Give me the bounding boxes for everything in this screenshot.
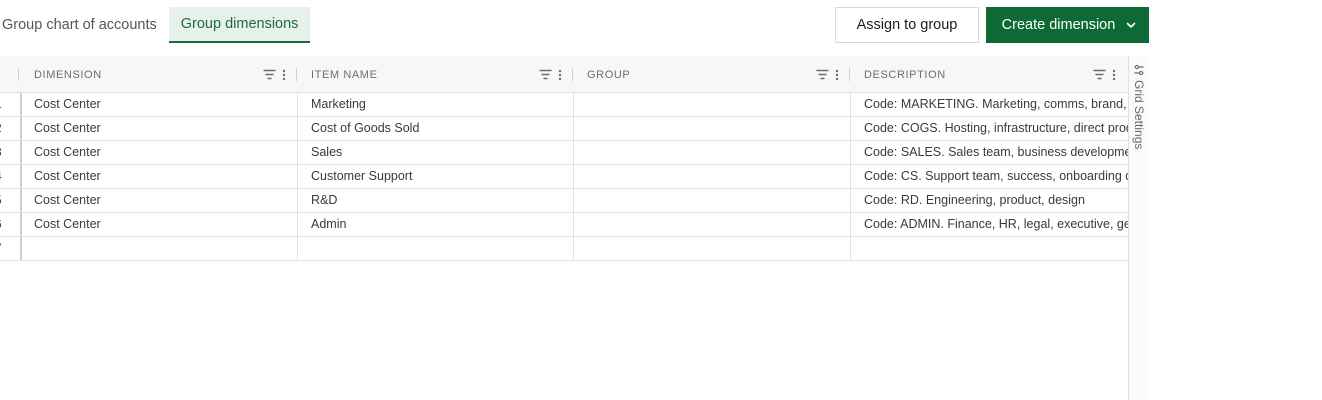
cell-description[interactable]: Code: RD. Engineering, product, design xyxy=(851,189,1128,212)
table-row[interactable]: 7 xyxy=(0,237,1128,261)
row-number: 2 xyxy=(0,117,22,140)
column-header-dimension[interactable]: DIMENSION xyxy=(21,56,298,93)
grid-settings-toggle[interactable]: Grid Settings xyxy=(1132,64,1146,149)
tab-group-chart-of-accounts[interactable]: Group chart of accounts xyxy=(0,7,169,43)
cell-description[interactable]: Code: SALES. Sales team, business develo… xyxy=(851,141,1128,164)
row-number: 3 xyxy=(0,141,22,164)
column-header-description[interactable]: DESCRIPTION xyxy=(851,56,1128,93)
row-number: 1 xyxy=(0,93,22,116)
cell-dimension[interactable]: Cost Center xyxy=(21,213,297,236)
cell-group[interactable] xyxy=(574,141,850,164)
cell-group[interactable] xyxy=(574,213,850,236)
cell-description[interactable] xyxy=(851,237,1128,260)
cell-dimension[interactable] xyxy=(21,237,297,260)
column-header-group[interactable]: GROUP xyxy=(574,56,851,93)
cell-dimension[interactable]: Cost Center xyxy=(21,141,297,164)
table-row[interactable]: 4 Cost Center Customer Support Code: CS.… xyxy=(0,165,1128,189)
row-number: 4 xyxy=(0,165,22,188)
table-row[interactable]: 5 Cost Center R&D Code: RD. Engineering,… xyxy=(0,189,1128,213)
cell-item-name[interactable] xyxy=(298,237,573,260)
cell-group[interactable] xyxy=(574,165,850,188)
row-number: 6 xyxy=(0,213,22,236)
assign-to-group-label: Assign to group xyxy=(856,17,958,33)
table-row[interactable]: 2 Cost Center Cost of Goods Sold Code: C… xyxy=(0,117,1128,141)
cell-description[interactable]: Code: MARKETING. Marketing, comms, brand… xyxy=(851,93,1128,116)
filter-icon[interactable] xyxy=(1093,69,1106,80)
more-vertical-icon[interactable] xyxy=(835,69,839,81)
column-resize-handle[interactable] xyxy=(18,68,19,81)
cell-dimension[interactable]: Cost Center xyxy=(21,165,297,188)
cell-item-name[interactable]: Customer Support xyxy=(298,165,573,188)
grid-settings-rail: Grid Settings xyxy=(1128,56,1148,400)
more-vertical-icon[interactable] xyxy=(282,69,286,81)
column-header-label: DESCRIPTION xyxy=(864,68,946,81)
chevron-down-icon[interactable] xyxy=(1125,19,1137,31)
cell-dimension[interactable]: Cost Center xyxy=(21,189,297,212)
column-header-label: DIMENSION xyxy=(34,68,102,81)
filter-icon[interactable] xyxy=(816,69,829,80)
create-dimension-label: Create dimension xyxy=(1001,17,1116,33)
filter-icon[interactable] xyxy=(539,69,552,80)
cell-group[interactable] xyxy=(574,93,850,116)
column-resize-handle[interactable] xyxy=(572,68,573,81)
cell-item-name[interactable]: Admin xyxy=(298,213,573,236)
grid-body: 1 Cost Center Marketing Code: MARKETING.… xyxy=(0,93,1128,261)
table-row[interactable]: 6 Cost Center Admin Code: ADMIN. Finance… xyxy=(0,213,1128,237)
cell-dimension[interactable]: Cost Center xyxy=(21,117,297,140)
cell-dimension[interactable]: Cost Center xyxy=(21,93,297,116)
table-row[interactable]: 1 Cost Center Marketing Code: MARKETING.… xyxy=(0,93,1128,117)
table-row[interactable]: 3 Cost Center Sales Code: SALES. Sales t… xyxy=(0,141,1128,165)
cell-item-name[interactable]: Cost of Goods Sold xyxy=(298,117,573,140)
cell-item-name[interactable]: Marketing xyxy=(298,93,573,116)
row-number: 7 xyxy=(0,237,22,260)
cell-description[interactable]: Code: ADMIN. Finance, HR, legal, executi… xyxy=(851,213,1128,236)
cell-group[interactable] xyxy=(574,117,850,140)
cell-group[interactable] xyxy=(574,189,850,212)
column-header-label: ITEM NAME xyxy=(311,68,378,81)
grid-header: DIMENSION ITEM NAME GROUP DESCRIPTION xyxy=(0,56,1128,93)
cell-item-name[interactable]: R&D xyxy=(298,189,573,212)
column-resize-handle[interactable] xyxy=(296,68,297,81)
assign-to-group-button[interactable]: Assign to group xyxy=(835,7,979,43)
more-vertical-icon[interactable] xyxy=(558,69,562,81)
tab-group-dimensions[interactable]: Group dimensions xyxy=(168,7,311,43)
create-dimension-button[interactable]: Create dimension xyxy=(986,7,1149,43)
filter-icon[interactable] xyxy=(263,69,276,80)
cell-item-name[interactable]: Sales xyxy=(298,141,573,164)
column-header-item-name[interactable]: ITEM NAME xyxy=(298,56,574,93)
row-number: 5 xyxy=(0,189,22,212)
tab-bar: Group chart of accounts Group dimensions xyxy=(0,7,311,43)
cell-group[interactable] xyxy=(574,237,850,260)
dimensions-grid: DIMENSION ITEM NAME GROUP DESCRIPTION Co… xyxy=(0,56,1128,400)
cell-description[interactable]: Code: COGS. Hosting, infrastructure, dir… xyxy=(851,117,1128,140)
settings-sliders-icon xyxy=(1134,64,1144,76)
column-header-label: GROUP xyxy=(587,68,631,81)
column-resize-handle[interactable] xyxy=(849,68,850,81)
more-vertical-icon[interactable] xyxy=(1112,69,1116,81)
cell-description[interactable]: Code: CS. Support team, success, onboard… xyxy=(851,165,1128,188)
grid-settings-label: Grid Settings xyxy=(1132,80,1146,150)
